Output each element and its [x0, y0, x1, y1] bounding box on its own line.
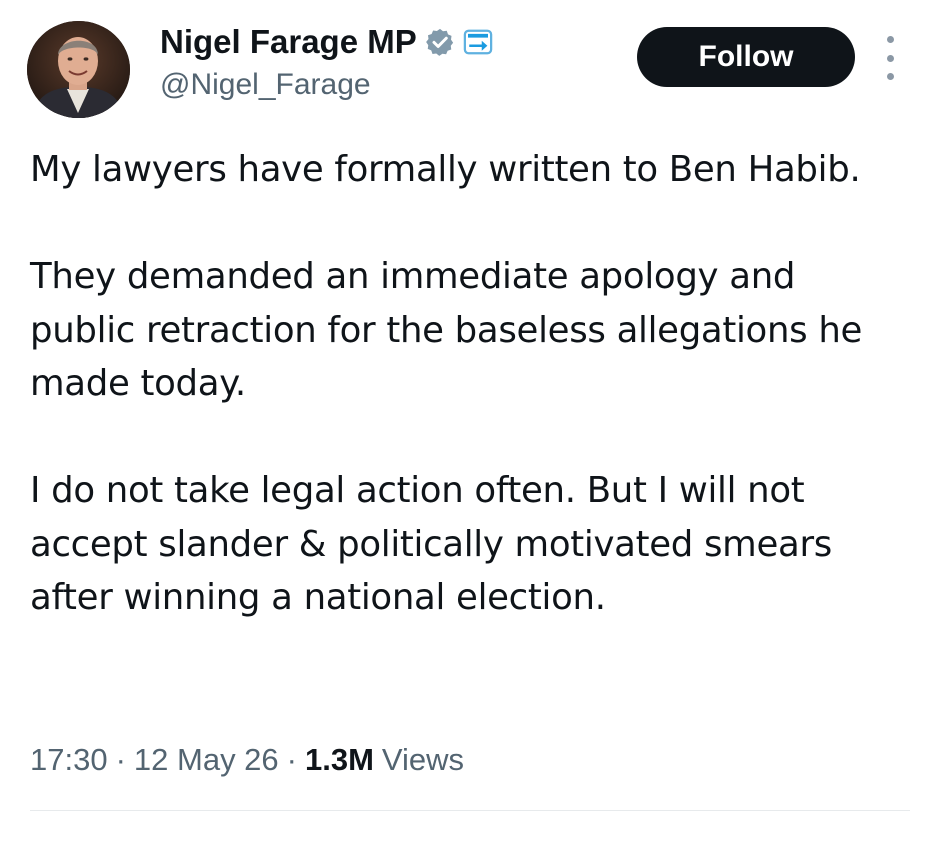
tweet-paragraph: My lawyers have formally written to Ben … — [30, 149, 861, 190]
verified-badge-icon[interactable] — [425, 27, 455, 57]
tweet-card: Nigel Farage MP @Nigel_Farage Follow My … — [0, 0, 942, 848]
tweet-paragraph: I do not take legal action often. But I … — [30, 470, 832, 618]
tweet-paragraph: They demanded an immediate apology and p… — [30, 256, 863, 404]
tweet-meta: 17:30 · 12 May 26 · 1.3M Views — [30, 742, 464, 778]
meta-separator: · — [286, 742, 297, 777]
author-name-row: Nigel Farage MP — [160, 20, 493, 64]
tweet-time[interactable]: 17:30 — [30, 742, 108, 778]
avatar-image — [27, 21, 130, 118]
tweet-date[interactable]: 12 May 26 — [134, 742, 279, 778]
avatar[interactable] — [27, 21, 130, 118]
divider — [30, 810, 910, 811]
display-name[interactable]: Nigel Farage MP — [160, 23, 417, 61]
tweet-text: My lawyers have formally written to Ben … — [30, 143, 910, 625]
views-count[interactable]: 1.3M — [305, 742, 374, 778]
meta-separator: · — [115, 742, 126, 777]
views-label: Views — [381, 742, 465, 777]
author-handle[interactable]: @Nigel_Farage — [160, 68, 371, 102]
follow-button[interactable]: Follow — [637, 27, 855, 87]
affiliation-badge-icon[interactable] — [463, 27, 493, 57]
more-vertical-icon[interactable] — [880, 36, 900, 80]
